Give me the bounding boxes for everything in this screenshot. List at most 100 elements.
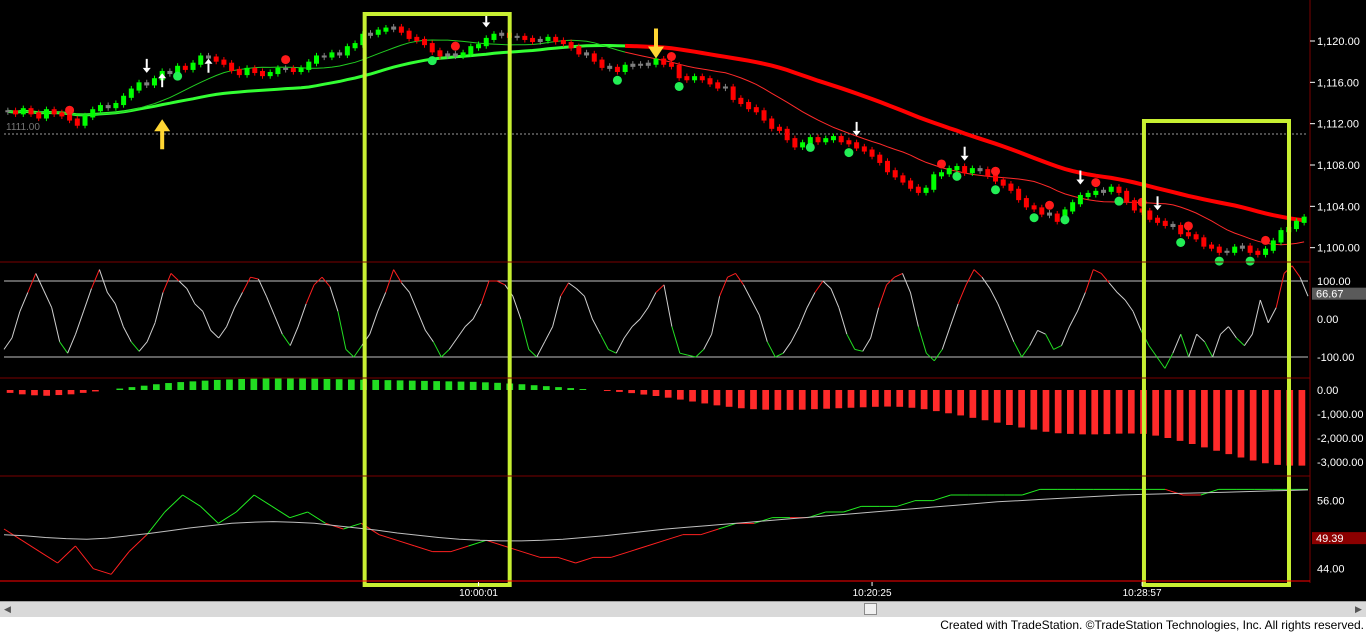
price-bar xyxy=(429,43,435,53)
price-bar xyxy=(337,52,343,56)
price-bar xyxy=(661,58,667,65)
price-bar xyxy=(182,65,188,70)
price-bar xyxy=(776,126,782,131)
scroll-thumb[interactable] xyxy=(864,603,877,615)
price-bar xyxy=(422,38,428,46)
price-bar xyxy=(746,101,752,110)
price-bar xyxy=(221,59,227,65)
price-bar xyxy=(1162,220,1168,226)
price-bar xyxy=(267,72,273,77)
lower-tick-label: 56.00 xyxy=(1317,496,1345,508)
price-bar xyxy=(82,115,88,126)
price-bar xyxy=(491,33,497,40)
price-bar xyxy=(1000,179,1006,186)
price-bar xyxy=(136,82,142,91)
price-bar xyxy=(769,118,775,129)
price-bar xyxy=(923,187,929,193)
signal-dot-green xyxy=(1214,256,1224,266)
price-bar xyxy=(668,62,674,67)
oscillator-current-value: 66.67 xyxy=(1316,289,1344,301)
price-bar xyxy=(74,118,80,126)
price-bar xyxy=(252,67,258,74)
price-bar xyxy=(244,67,250,76)
price-bar xyxy=(105,105,111,109)
price-bar xyxy=(383,27,389,32)
signal-dot-green xyxy=(427,56,437,66)
oscillator-tick-label: 0.00 xyxy=(1317,314,1338,326)
price-bar xyxy=(545,36,551,41)
histogram-tick-label: -2,000.00 xyxy=(1317,433,1363,445)
signal-dot-red xyxy=(1045,200,1055,210)
price-bar xyxy=(205,55,211,59)
price-bar xyxy=(522,35,528,40)
price-bar xyxy=(329,52,335,58)
price-bar xyxy=(1278,230,1284,243)
price-bar xyxy=(1031,205,1037,210)
signal-dot-red xyxy=(450,41,460,51)
price-bar xyxy=(313,55,319,64)
price-bar xyxy=(931,174,937,190)
price-bar xyxy=(113,103,119,109)
trading-chart[interactable]: 1111.00 1,120.00 1,116.00 1,112.00 1,108.00… xyxy=(0,0,1366,603)
credit-text: Created with TradeStation. ©TradeStation… xyxy=(940,618,1364,632)
horizontal-scrollbar[interactable]: ◀ ▶ xyxy=(0,601,1366,617)
price-bar xyxy=(1016,188,1022,201)
price-bar xyxy=(1054,213,1060,222)
price-bar xyxy=(13,110,19,115)
price-bar xyxy=(375,29,381,35)
price-bar xyxy=(1255,250,1261,255)
lower-tick-label: 44.00 xyxy=(1317,564,1345,576)
price-bar xyxy=(460,52,466,57)
signal-dot-red xyxy=(936,159,946,169)
price-bar xyxy=(792,138,798,148)
price-bar xyxy=(915,186,921,193)
price-bar xyxy=(1263,248,1269,255)
price-bar xyxy=(707,78,713,85)
price-bar xyxy=(151,78,157,86)
signal-dot-green xyxy=(173,71,183,81)
price-bar xyxy=(352,43,358,49)
price-bar xyxy=(5,110,11,113)
scroll-left-arrow-icon[interactable]: ◀ xyxy=(2,604,13,615)
price-bar xyxy=(1101,189,1107,193)
chart-background xyxy=(0,0,1366,603)
price-bar xyxy=(437,50,443,57)
price-bar xyxy=(229,62,235,71)
signal-dot-green xyxy=(674,81,684,91)
price-bar xyxy=(1124,190,1130,203)
price-bar xyxy=(560,39,566,45)
signal-dot-red xyxy=(1261,235,1271,245)
price-bar xyxy=(722,86,728,89)
price-bar xyxy=(1108,186,1114,192)
price-bar xyxy=(630,63,636,67)
signal-dot-red xyxy=(65,105,75,115)
price-bar xyxy=(599,59,605,68)
price-bar xyxy=(954,166,960,171)
price-bar xyxy=(259,70,265,77)
signal-dot-green xyxy=(1176,238,1186,247)
price-bar xyxy=(645,62,651,66)
price-bar xyxy=(1193,234,1199,240)
scroll-right-arrow-icon[interactable]: ▶ xyxy=(1353,604,1364,615)
price-tick-label: 1,112.00 xyxy=(1317,119,1359,131)
price-bar xyxy=(1155,217,1161,223)
price-bar xyxy=(1224,250,1230,253)
price-bar xyxy=(1147,210,1153,220)
price-bar xyxy=(908,180,914,189)
signal-dot-red xyxy=(991,166,1001,176)
price-bar xyxy=(1239,245,1245,249)
price-bar xyxy=(946,168,952,175)
price-tick-label: 1,116.00 xyxy=(1317,77,1359,89)
price-bar xyxy=(1178,224,1184,235)
price-bar xyxy=(969,168,975,174)
price-bar xyxy=(1185,232,1191,237)
price-bar xyxy=(406,30,412,39)
price-bar xyxy=(800,142,806,148)
price-bar xyxy=(398,26,404,33)
price-bar xyxy=(962,166,968,174)
oscillator-tick-label: -100.00 xyxy=(1317,352,1354,364)
price-tick-label: 1,120.00 xyxy=(1317,36,1360,48)
price-bar xyxy=(499,32,505,36)
price-bar xyxy=(622,64,628,72)
price-bar xyxy=(607,65,613,69)
